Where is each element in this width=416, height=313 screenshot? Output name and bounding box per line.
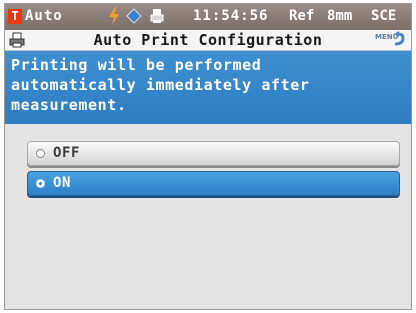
mode-label: Auto xyxy=(25,8,63,24)
radio-selected-icon xyxy=(36,179,45,188)
option-on-button[interactable]: ON xyxy=(27,171,400,196)
menu-return-button[interactable]: MENU xyxy=(373,31,409,49)
aperture-indicator: 8mm xyxy=(327,8,353,24)
power-bolt-icon xyxy=(109,7,119,25)
option-on-label: ON xyxy=(53,175,72,191)
message-panel: Printing will be performed automatically… xyxy=(5,51,411,124)
clock: 11:54:56 xyxy=(193,8,269,24)
message-text: Printing will be performed automatically… xyxy=(11,56,310,114)
title-bar: Auto Print Configuration MENU xyxy=(5,30,411,51)
option-off-button[interactable]: OFF xyxy=(27,141,400,166)
radio-unselected-icon xyxy=(36,149,45,158)
auto-mode-icon: T xyxy=(8,9,22,24)
option-off-label: OFF xyxy=(53,145,81,161)
status-bar: T Auto 11:54:56 Ref 8mm SCE xyxy=(5,4,411,30)
target-drop-icon xyxy=(126,8,142,24)
menu-return-icon xyxy=(394,31,405,46)
page-title: Auto Print Configuration xyxy=(93,31,323,49)
reference-indicator: Ref xyxy=(289,8,315,24)
device-screen: T Auto 11:54:56 Ref 8mm SCE Auto Print C… xyxy=(4,3,412,310)
printer-small-icon xyxy=(150,9,164,23)
specular-mode-indicator: SCE xyxy=(371,8,397,24)
